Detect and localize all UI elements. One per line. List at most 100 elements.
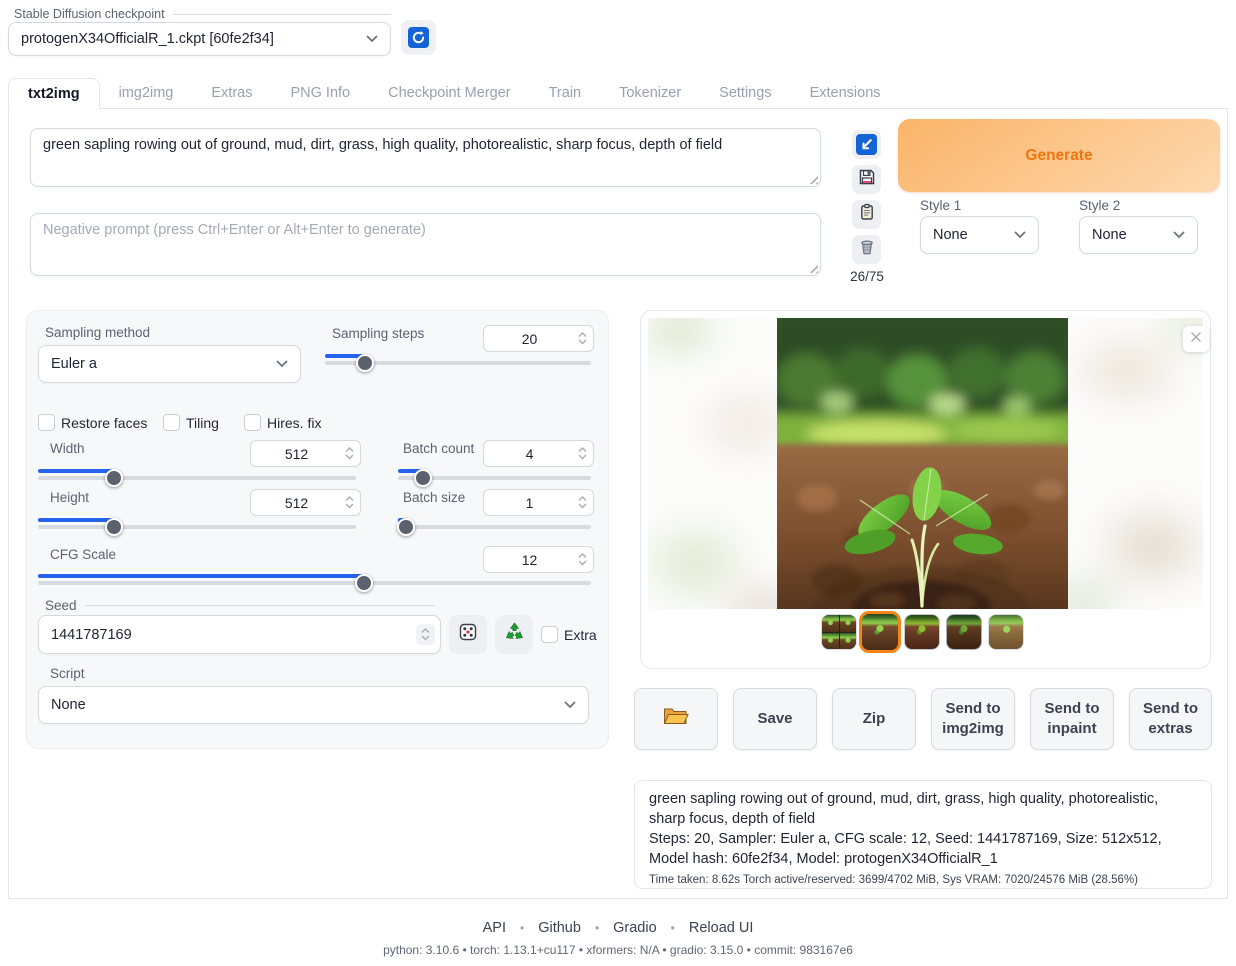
checkpoint-select[interactable]: protogenX34OfficialR_1.ckpt [60fe2f34] [8,22,391,56]
token-counter: 26/75 [845,269,889,284]
restore-faces-label: Restore faces [61,415,147,431]
cfg-scale-slider[interactable] [38,574,591,592]
apply-style-button[interactable] [852,200,881,229]
arrow-down-left-icon [856,134,877,155]
label-rule [173,14,391,15]
save-button[interactable]: Save [733,688,817,750]
gallery-thumbnail[interactable] [988,614,1024,650]
send-to-inpaint-button[interactable]: Send to inpaint [1030,688,1114,750]
gallery-thumbnail[interactable] [946,614,982,650]
open-folder-button[interactable] [634,688,718,750]
batch-size-input[interactable]: 1 [483,489,594,516]
footer-link-gradio[interactable]: Gradio [613,920,657,936]
chevron-down-icon [564,697,576,713]
tab-img2img[interactable]: img2img [100,78,193,108]
gallery-prev-preview[interactable] [648,318,777,609]
tab-extensions[interactable]: Extensions [791,78,900,108]
style1-label: Style 1 [920,198,961,213]
seed-input[interactable]: 1441787169 [38,615,441,654]
tab-png-info[interactable]: PNG Info [271,78,369,108]
clipboard-icon [858,203,876,226]
spinner-icon[interactable] [416,624,435,645]
generate-button[interactable]: Generate [898,119,1220,192]
tab-txt2img[interactable]: txt2img [8,78,100,109]
spinner-icon[interactable] [342,496,360,509]
spinner-icon[interactable] [575,447,593,460]
batch-count-input[interactable]: 4 [483,440,594,467]
cfg-scale-input[interactable]: 12 [483,546,594,573]
prompt-input[interactable]: green sapling rowing out of ground, mud,… [30,128,821,187]
stable-diffusion-webui: Stable Diffusion checkpoint protogenX34O… [0,0,1236,966]
zip-button[interactable]: Zip [832,688,916,750]
sampling-steps-slider[interactable] [325,354,591,372]
slider-thumb[interactable] [414,469,432,487]
tab-tokenizer[interactable]: Tokenizer [600,78,700,108]
recycle-icon [504,622,525,648]
hires-fix-checkbox[interactable] [244,414,261,431]
footer-versions: python: 3.10.6 • torch: 1.13.1+cu117 • x… [0,943,1236,957]
gallery-next-preview[interactable] [1068,318,1203,609]
width-slider[interactable] [38,469,356,487]
hires-fix-label: Hires. fix [267,415,321,431]
slider-thumb[interactable] [105,469,123,487]
slider-thumb[interactable] [356,354,374,372]
tiling-label: Tiling [186,415,219,431]
height-slider[interactable] [38,518,356,536]
batch-size-slider[interactable] [398,518,591,536]
width-input[interactable]: 512 [250,440,361,467]
folder-icon [663,706,689,732]
footer-link-github[interactable]: Github [538,920,581,936]
tab-extras[interactable]: Extras [192,78,271,108]
script-select[interactable]: None [38,686,589,724]
gallery-thumbnail-grid[interactable] [821,614,857,650]
save-style-button[interactable] [852,165,881,194]
spinner-icon[interactable] [575,496,593,509]
send-to-img2img-button[interactable]: Send to img2img [931,688,1015,750]
close-icon [1190,330,1202,348]
slider-thumb[interactable] [355,574,373,592]
close-gallery-button[interactable] [1183,326,1209,352]
footer-links: API • Github • Gradio • Reload UI [0,920,1236,936]
height-label: Height [50,490,89,505]
seed-label: Seed [45,598,77,613]
prompt-wrap: green sapling rowing out of ground, mud,… [30,128,821,187]
height-input[interactable]: 512 [250,489,361,516]
send-to-extras-button[interactable]: Send to extras [1129,688,1212,750]
spinner-icon[interactable] [575,332,593,345]
tiling-checkbox[interactable] [163,414,180,431]
gallery-thumbnail-selected[interactable] [859,611,901,653]
sampling-method-select[interactable]: Euler a [38,345,301,383]
dice-icon [458,622,478,647]
checkpoint-label: Stable Diffusion checkpoint [14,7,165,21]
refresh-checkpoints-button[interactable] [401,20,436,55]
reuse-seed-button[interactable] [495,615,533,654]
tab-checkpoint-merger[interactable]: Checkpoint Merger [369,78,530,108]
spinner-icon[interactable] [575,553,593,566]
restore-faces-checkbox[interactable] [38,414,55,431]
paste-generation-params-button[interactable] [852,130,881,159]
spinner-icon[interactable] [342,447,360,460]
sampling-steps-label: Sampling steps [332,326,424,341]
trash-icon [858,238,876,261]
slider-thumb[interactable] [397,518,415,536]
batch-count-slider[interactable] [398,469,591,487]
slider-thumb[interactable] [105,518,123,536]
tab-settings[interactable]: Settings [700,78,790,108]
main-tabbar: txt2img img2img Extras PNG Info Checkpoi… [8,78,1228,109]
clear-prompt-button[interactable] [852,235,881,264]
style1-select[interactable]: None [920,216,1039,254]
random-seed-button[interactable] [449,615,487,654]
checkpoint-label-row: Stable Diffusion checkpoint [14,7,391,21]
footer-link-reload-ui[interactable]: Reload UI [689,920,753,936]
generated-image[interactable] [777,318,1068,609]
tab-train[interactable]: Train [530,78,601,108]
negative-prompt-input[interactable] [30,213,821,276]
chevron-down-icon [1014,227,1026,243]
footer-link-api[interactable]: API [483,920,506,936]
gallery-thumbnail[interactable] [904,614,940,650]
footer-separator: • [671,921,675,935]
extra-seed-checkbox[interactable] [541,626,558,643]
sampling-steps-input[interactable]: 20 [483,325,594,352]
style2-select[interactable]: None [1079,216,1198,254]
cfg-scale-label: CFG Scale [50,547,116,562]
